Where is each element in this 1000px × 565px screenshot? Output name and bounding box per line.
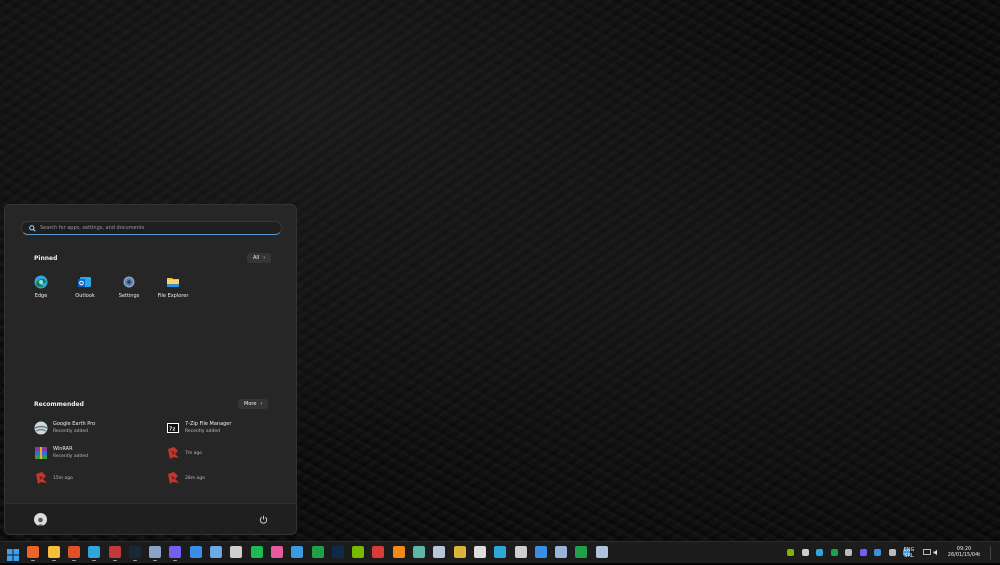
more-label: More bbox=[244, 401, 257, 407]
shield-icon[interactable] bbox=[453, 546, 466, 558]
recommended-name: 7-Zip File Manager bbox=[185, 421, 232, 427]
network-icon[interactable] bbox=[923, 549, 931, 556]
unity-icon[interactable] bbox=[372, 546, 385, 558]
pinned-item-edge[interactable]: Edge bbox=[21, 275, 61, 299]
recommended-item[interactable]: 15m ago bbox=[34, 471, 154, 485]
chevron-right-icon: › bbox=[260, 401, 263, 407]
recommended-item[interactable]: 7m ago bbox=[166, 446, 286, 460]
clock[interactable]: 09:20 26/01/15/04t bbox=[944, 546, 984, 558]
power-icon[interactable] bbox=[259, 515, 268, 524]
g-app-icon[interactable] bbox=[473, 546, 486, 558]
edge-icon bbox=[34, 275, 48, 289]
vlc-icon[interactable] bbox=[392, 546, 405, 558]
viber-icon[interactable] bbox=[169, 546, 182, 561]
steam2-tray-icon[interactable] bbox=[888, 549, 896, 556]
logitech-icon[interactable] bbox=[494, 546, 507, 558]
bluetooth-tray-icon[interactable] bbox=[874, 549, 881, 556]
recommended-item[interactable]: 7z 7-Zip File Manager Recently added bbox=[166, 421, 286, 435]
document-icon[interactable] bbox=[433, 546, 446, 558]
pinned-label: Edge bbox=[34, 293, 48, 299]
pinned-label: Settings bbox=[118, 293, 140, 299]
grid-app-icon[interactable] bbox=[534, 546, 547, 558]
nvidia-tray-icon[interactable] bbox=[787, 549, 794, 556]
nvidia-icon[interactable] bbox=[352, 546, 365, 558]
more-button[interactable]: More › bbox=[238, 399, 269, 409]
file-explorer-icon[interactable] bbox=[47, 546, 60, 561]
recommended-item[interactable]: WinRAR Recently added bbox=[34, 446, 154, 460]
start-menu: Pinned All › Edge Outlook Settings bbox=[4, 204, 297, 535]
edge-icon[interactable] bbox=[88, 546, 101, 561]
outlook-icon bbox=[78, 277, 91, 287]
show-desktop-button[interactable] bbox=[990, 546, 991, 560]
file-icon bbox=[168, 447, 179, 459]
start-footer bbox=[5, 503, 296, 534]
recommended-sub: 15m ago bbox=[53, 475, 73, 481]
photos-icon[interactable] bbox=[210, 546, 222, 558]
steam-icon[interactable] bbox=[108, 546, 121, 561]
spotify-icon[interactable] bbox=[250, 546, 263, 558]
wordpress-icon[interactable] bbox=[311, 546, 324, 558]
wolfram-icon[interactable] bbox=[575, 546, 588, 558]
pinned-item-file-explorer[interactable]: File Explorer bbox=[153, 275, 193, 299]
recommended-item[interactable]: 28m ago bbox=[166, 471, 286, 485]
winrar-icon bbox=[35, 447, 47, 459]
dropbox-tray-icon[interactable] bbox=[801, 549, 809, 556]
search-input[interactable] bbox=[40, 225, 260, 231]
settings-gear-icon bbox=[123, 276, 135, 288]
photoshop-icon[interactable] bbox=[331, 546, 344, 558]
recommended-sub: 7m ago bbox=[185, 450, 203, 456]
mail-icon[interactable] bbox=[189, 546, 202, 558]
user-icon bbox=[36, 517, 45, 526]
steam-tray-icon[interactable] bbox=[845, 549, 852, 556]
file-icon bbox=[168, 472, 179, 484]
recommended-name: WinRAR bbox=[53, 446, 73, 452]
recommended-sub: Recently added bbox=[185, 429, 220, 434]
disk-icon[interactable] bbox=[514, 546, 527, 558]
file-icon bbox=[36, 472, 47, 484]
start-icon[interactable] bbox=[7, 546, 19, 561]
volume-icon[interactable] bbox=[933, 549, 940, 556]
search-icon bbox=[29, 224, 36, 232]
photos-app-icon[interactable] bbox=[291, 546, 304, 558]
svg-text:7z: 7z bbox=[169, 427, 176, 433]
recommended-item[interactable]: Google Earth Pro Recently added bbox=[34, 421, 154, 435]
settings-icon[interactable] bbox=[149, 546, 162, 561]
recommended-sub: Recently added bbox=[53, 454, 88, 459]
brave-icon[interactable] bbox=[67, 546, 80, 561]
recommended-title: Recommended bbox=[34, 401, 84, 408]
pinned-label: Outlook bbox=[75, 293, 95, 299]
calculator-icon[interactable] bbox=[413, 546, 425, 558]
taskbar: ENG SRL 09:20 26/01/15/04t bbox=[0, 541, 1000, 563]
chevron-right-icon: › bbox=[263, 255, 266, 261]
notepad-icon[interactable] bbox=[230, 546, 243, 558]
pinned-item-settings[interactable]: Settings bbox=[109, 275, 149, 299]
all-apps-label: All bbox=[253, 255, 260, 261]
pinned-title: Pinned bbox=[34, 255, 58, 262]
firefox-icon[interactable] bbox=[27, 546, 40, 561]
wordpress-tray-icon[interactable] bbox=[830, 549, 838, 556]
pinned-item-outlook[interactable]: Outlook bbox=[65, 275, 105, 299]
search-box[interactable] bbox=[21, 221, 282, 235]
user-avatar[interactable] bbox=[34, 513, 47, 526]
recommended-sub: Recently added bbox=[53, 429, 88, 434]
viber-tray-icon[interactable] bbox=[859, 549, 867, 556]
recommended-name: Google Earth Pro bbox=[53, 421, 96, 427]
logitech-tray-icon[interactable] bbox=[816, 549, 823, 556]
clock-date: 26/01/15/04t bbox=[947, 552, 981, 558]
remote-desktop-icon[interactable] bbox=[595, 546, 608, 558]
folder-icon bbox=[167, 278, 179, 287]
language-indicator[interactable]: ENG SRL bbox=[901, 547, 917, 559]
pinned-label: File Explorer bbox=[157, 293, 189, 299]
all-apps-button[interactable]: All › bbox=[247, 253, 272, 263]
recommended-sub: 28m ago bbox=[185, 475, 205, 481]
language-bottom: SRL bbox=[904, 553, 914, 559]
paint-icon[interactable] bbox=[270, 546, 283, 558]
equalizer-icon[interactable] bbox=[555, 546, 568, 558]
google-earth-icon bbox=[34, 421, 48, 435]
7zip-icon: 7z bbox=[167, 423, 179, 433]
steam-client-icon[interactable] bbox=[128, 546, 141, 561]
